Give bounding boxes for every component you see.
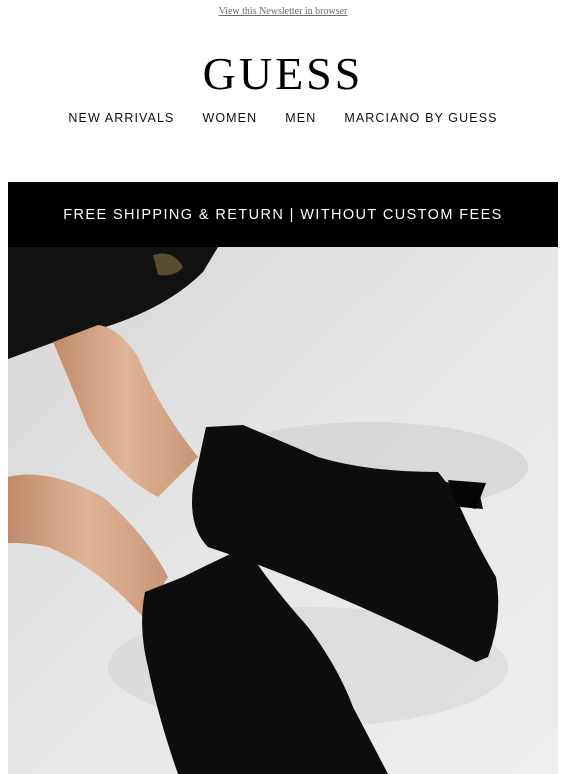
view-in-browser-link[interactable]: View this Newsletter in browser xyxy=(0,6,566,17)
nav-item-women[interactable]: WOMEN xyxy=(188,111,271,125)
shipping-banner-text: FREE SHIPPING & RETURN | WITHOUT CUSTOM … xyxy=(63,206,503,223)
guess-logo[interactable]: GUESS xyxy=(0,48,566,100)
shipping-banner[interactable]: FREE SHIPPING & RETURN | WITHOUT CUSTOM … xyxy=(8,182,558,247)
nav-item-new-arrivals[interactable]: NEW ARRIVALS xyxy=(54,111,188,125)
hero-image[interactable] xyxy=(8,247,558,774)
nav-item-marciano[interactable]: MARCIANO BY GUESS xyxy=(330,111,511,125)
nav-item-men[interactable]: MEN xyxy=(271,111,330,125)
main-nav: NEW ARRIVALS WOMEN MEN MARCIANO BY GUESS xyxy=(0,111,566,125)
boots-photo xyxy=(8,247,558,774)
